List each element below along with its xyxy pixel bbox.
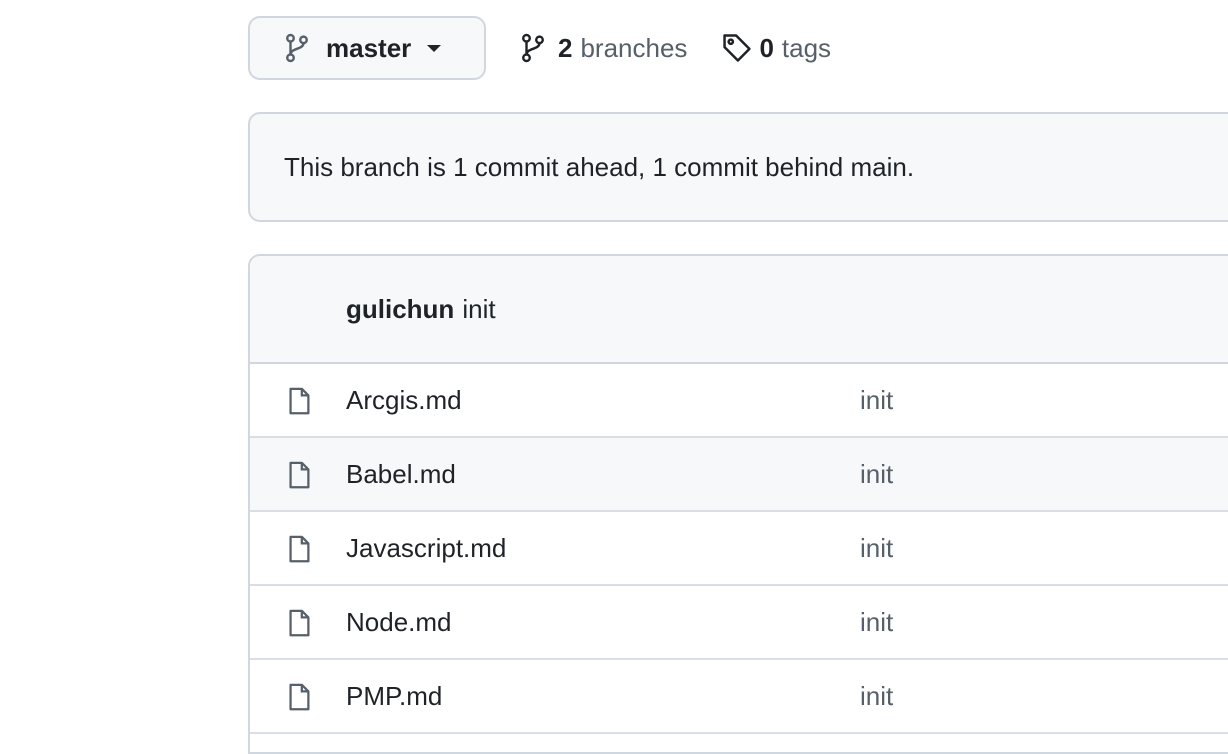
file-icon: [284, 460, 314, 490]
chevron-down-icon: [427, 44, 442, 52]
current-branch-label: master: [326, 32, 412, 63]
file-list: gulichun init Arcgis.md init Babel.md in…: [248, 254, 1228, 754]
commit-author-link[interactable]: gulichun: [346, 294, 454, 325]
file-name-link[interactable]: Babel.md: [346, 459, 456, 490]
branches-link[interactable]: 2 branches: [520, 33, 687, 64]
tags-link[interactable]: 0 tags: [721, 32, 831, 64]
branch-status-banner: This branch is 1 commit ahead, 1 commit …: [248, 112, 1228, 222]
file-commit-message-link[interactable]: init: [860, 459, 893, 490]
branches-count: 2: [558, 32, 573, 63]
table-row[interactable]: Babel.md init: [250, 438, 1228, 512]
file-icon: [284, 534, 314, 564]
file-name-link[interactable]: Node.md: [346, 607, 452, 638]
file-commit-message-link[interactable]: init: [860, 385, 893, 416]
repo-toolbar: master 2 branches 0 tags: [248, 16, 831, 80]
file-name-link[interactable]: PMP.md: [346, 681, 442, 712]
file-icon: [284, 608, 314, 638]
file-icon: [284, 386, 314, 416]
latest-commit-header: gulichun init: [250, 256, 1228, 364]
table-row[interactable]: PMP.md init: [250, 660, 1228, 734]
branches-label: branches: [580, 32, 688, 63]
tag-icon: [721, 32, 753, 64]
branch-selector-button[interactable]: master: [248, 16, 486, 80]
file-commit-message-link[interactable]: init: [860, 607, 893, 638]
commit-message-link[interactable]: init: [462, 294, 495, 325]
file-icon: [284, 682, 314, 712]
file-commit-message-link[interactable]: init: [860, 533, 893, 564]
git-branch-icon: [284, 33, 310, 63]
tags-label: tags: [781, 32, 832, 63]
table-row[interactable]: Javascript.md init: [250, 512, 1228, 586]
table-row[interactable]: Node.md init: [250, 586, 1228, 660]
git-branch-icon: [520, 33, 546, 63]
branch-status-text: This branch is 1 commit ahead, 1 commit …: [284, 151, 915, 182]
table-row[interactable]: Arcgis.md init: [250, 364, 1228, 438]
tags-count: 0: [759, 32, 774, 63]
file-name-link[interactable]: Arcgis.md: [346, 385, 462, 416]
file-commit-message-link[interactable]: init: [860, 681, 893, 712]
file-name-link[interactable]: Javascript.md: [346, 533, 506, 564]
